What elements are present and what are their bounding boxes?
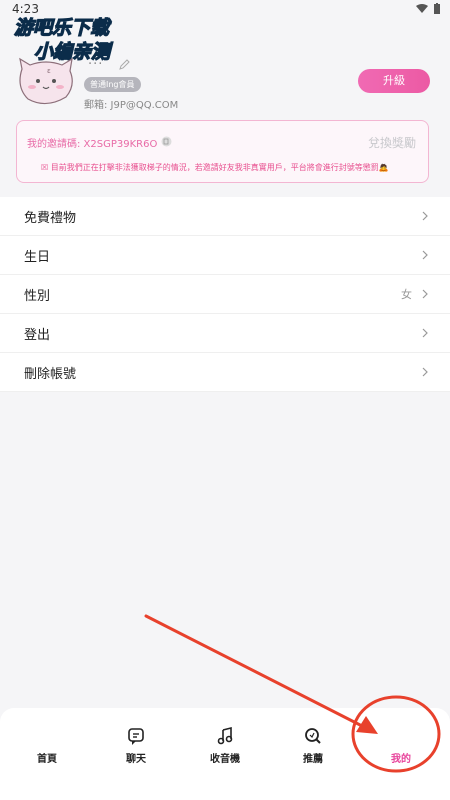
menu-item-label: 免費禮物 <box>24 210 77 226</box>
profile-icon <box>366 726 436 746</box>
invite-card: 我的邀請碼: X2SGP39KR6O 兌換獎勵 ☒ 目前我們正在打擊非法獲取梯子… <box>16 120 429 183</box>
tab-label: 推薦 <box>303 754 323 765</box>
menu-item-label: 生日 <box>24 249 51 265</box>
upgrade-button[interactable]: 升級 <box>358 69 430 93</box>
svg-text:ε: ε <box>47 67 51 75</box>
search-icon <box>305 728 321 744</box>
tab-radio[interactable]: 收音機 <box>190 726 260 765</box>
tab-label: 收音機 <box>210 754 240 765</box>
chevron-right-icon <box>422 328 428 338</box>
wifi-icon <box>416 3 428 13</box>
chevron-right-icon <box>422 367 428 377</box>
edit-icon[interactable] <box>118 59 130 71</box>
username: ··· <box>88 57 104 72</box>
invite-notice: ☒ 目前我們正在打擊非法獲取梯子的情況，若邀請好友我非真實用戶，平台將會進行封號… <box>41 163 389 172</box>
menu-item-label: 刪除帳號 <box>24 366 77 382</box>
tab-chat[interactable]: 聊天 <box>101 726 171 765</box>
svg-text:游吧乐下载: 游吧乐下载 <box>14 17 112 39</box>
menu-item-gender[interactable]: 性別 女 <box>0 275 450 314</box>
menu-item-birthday[interactable]: 生日 <box>0 236 450 275</box>
redeem-reward-link[interactable]: 兌換獎勵 <box>368 134 416 151</box>
menu-item-free-gift[interactable]: 免費禮物 <box>0 197 450 236</box>
menu-item-logout[interactable]: 登出 <box>0 314 450 353</box>
tab-recommend[interactable]: 推薦 <box>278 726 348 765</box>
copy-icon[interactable] <box>161 136 172 147</box>
tab-label: 聊天 <box>126 754 146 765</box>
settings-menu: 免費禮物 生日 性別 女 登出 刪除帳號 <box>0 197 450 392</box>
tab-label: 首頁 <box>37 754 57 765</box>
profile-header: ε ··· 普通Ing會員 郵箱: J9P@QQ.COM 升級 <box>0 55 450 115</box>
chevron-right-icon <box>422 211 428 221</box>
tab-home[interactable]: 首頁 <box>12 726 82 765</box>
battery-icon <box>434 3 440 14</box>
gender-value: 女 <box>401 288 412 301</box>
home-icon <box>12 726 82 746</box>
menu-item-delete-account[interactable]: 刪除帳號 <box>0 353 450 392</box>
chevron-right-icon <box>422 289 428 299</box>
bottom-tab-bar: 首頁 聊天 收音機 推薦 我的 <box>0 708 450 800</box>
status-icons <box>416 3 440 14</box>
tab-label: 我的 <box>391 754 411 765</box>
music-icon <box>217 726 233 745</box>
email-text: 郵箱: J9P@QQ.COM <box>84 100 179 111</box>
menu-item-label: 登出 <box>24 327 51 343</box>
invite-code: 我的邀請碼: X2SGP39KR6O <box>27 139 158 150</box>
member-badge: 普通Ing會員 <box>84 77 141 92</box>
chevron-right-icon <box>422 250 428 260</box>
chat-icon <box>128 728 144 745</box>
tab-profile[interactable]: 我的 <box>366 726 436 765</box>
menu-item-label: 性別 <box>24 288 51 304</box>
avatar[interactable]: ε <box>16 55 76 107</box>
